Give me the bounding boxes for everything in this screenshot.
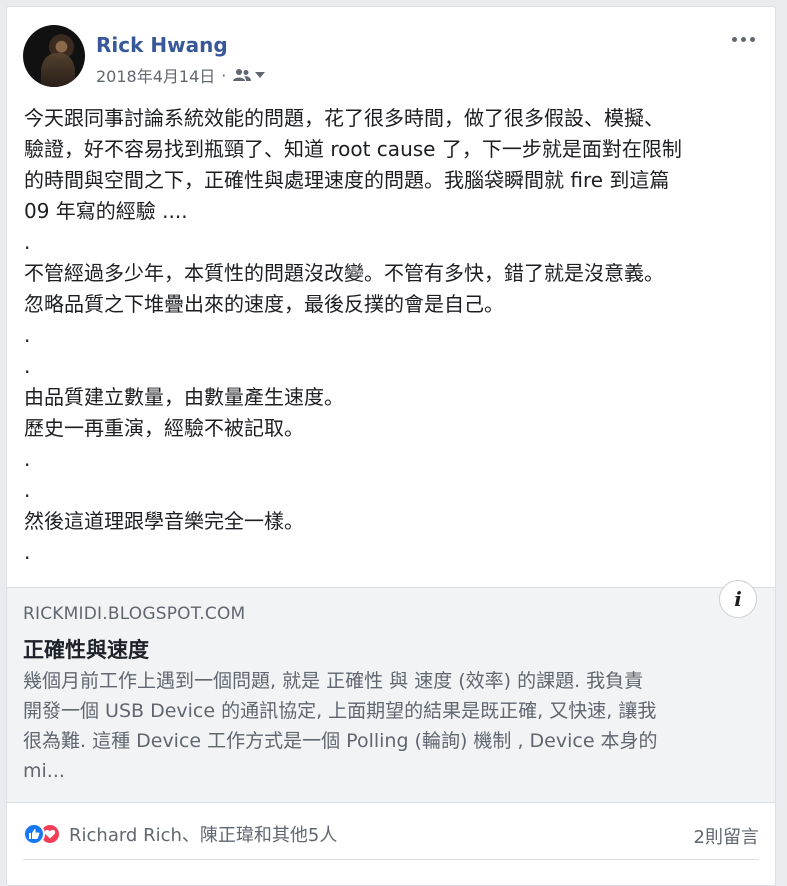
friends-icon [232,68,252,82]
comment-count[interactable]: 2則留言 [694,823,759,849]
meta-separator: · [221,65,227,85]
post-footer: Richard Rich、陳正瑋和其他5人 2則留言 [23,817,759,853]
link-domain: RICKMIDI.BLOGSPOT.COM [23,604,246,624]
post-body-line: . [24,354,31,378]
more-options-button[interactable] [727,29,759,49]
link-preview[interactable]: i RICKMIDI.BLOGSPOT.COM 正確性與速度 幾個月前工作上遇到… [7,580,775,803]
link-title[interactable]: 正確性與速度 [23,634,149,664]
info-button[interactable]: i [719,580,757,618]
post-body-line: 09 年寫的經驗 .... [24,199,188,223]
post-body-line: . [24,323,31,347]
avatar[interactable] [23,25,85,87]
link-description-line: 很為難. 這種 Device 工作方式是一個 Polling (輪詢) 機制 ,… [23,730,658,752]
link-description: 幾個月前工作上遇到一個問題, 就是 正確性 與 速度 (效率) 的課題. 我負責… [23,666,763,786]
post-meta: 2018年4月14日 · [96,63,266,87]
post-body-line: 由品質建立數量，由數量產生速度。 [24,385,344,409]
post-body-line: 歷史一再重演，經驗不被記取。 [24,416,304,440]
link-description-line: 開發一個 USB Device 的通訊協定, 上面期望的結果是既正確, 又快速,… [23,700,657,722]
post-body-line: . [24,230,31,254]
link-description-line: 幾個月前工作上遇到一個問題, 就是 正確性 與 速度 (效率) 的課題. 我負責 [23,670,644,692]
footer-divider [23,859,759,860]
chevron-down-icon [254,70,266,80]
post-body-line: 然後這道理跟學音樂完全一樣。 [24,509,304,533]
post-date[interactable]: 2018年4月14日 [96,63,215,87]
post-header: Rick Hwang 2018年4月14日 · [23,25,765,89]
author-name[interactable]: Rick Hwang [96,33,228,57]
post-card: Rick Hwang 2018年4月14日 · 今天跟同事討論系統效能的問題，花… [6,6,776,886]
post-body-line: 今天跟同事討論系統效能的問題，花了很多時間，做了很多假設、模擬、 [24,106,664,130]
audience-selector[interactable] [232,68,266,82]
reaction-names[interactable]: Richard Rich、陳正瑋和其他5人 [69,821,337,847]
post-body-line: . [24,478,31,502]
post-body: 今天跟同事討論系統效能的問題，花了很多時間，做了很多假設、模擬、 驗證，好不容易… [24,103,764,568]
post-body-line: . [24,540,31,564]
like-icon [23,823,45,845]
post-body-line: 驗證，好不容易找到瓶頸了、知道 root cause 了，下一步就是面對在限制 [24,137,682,161]
link-description-line: mi... [23,760,65,782]
post-body-line: 忽略品質之下堆疊出來的速度，最後反撲的會是自己。 [24,292,504,316]
reactions-summary[interactable]: Richard Rich、陳正瑋和其他5人 [23,821,337,847]
post-body-line: . [24,447,31,471]
post-body-line: 的時間與空間之下，正確性與處理速度的問題。我腦袋瞬間就 fire 到這篇 [24,168,670,192]
more-options-icon [730,36,757,42]
post-body-line: 不管經過多少年，本質性的問題沒改變。不管有多快，錯了就是沒意義。 [24,261,664,285]
